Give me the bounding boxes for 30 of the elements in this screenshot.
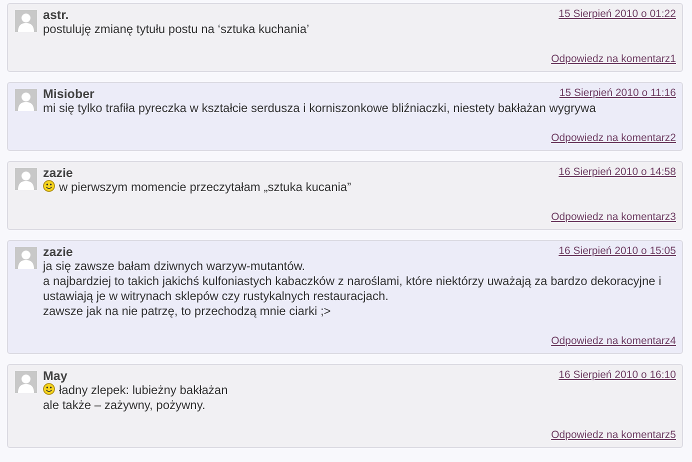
comment-text: zawsze jak na nie patrzę, to przechodzą mnie ciarki ;> <box>43 304 332 319</box>
reply-link[interactable]: Odpowiedz na komentarz3 <box>551 211 676 223</box>
comment-author: Misiober <box>43 87 94 101</box>
avatar-icon <box>15 247 37 269</box>
comment-date-link[interactable]: 15 Sierpień 2010 o 11:16 <box>559 87 676 99</box>
avatar-icon <box>15 371 37 393</box>
reply-link[interactable]: Odpowiedz na komentarz4 <box>551 335 676 347</box>
comment-author: zazie <box>43 166 73 180</box>
comment-text: mi się tylko trafiła pyreczka w kształcie serdusza i korniszonkowe bliźniaczki, niestety bakłażan wygrywa <box>43 101 597 116</box>
comment-date-link[interactable]: 16 Sierpień 2010 o 15:05 <box>558 245 676 257</box>
comment-author: zazie <box>43 245 73 259</box>
comment-date-link[interactable]: 15 Sierpień 2010 o 01:22 <box>558 8 676 20</box>
smiley-icon <box>43 180 55 192</box>
comment-text: ładny zlepek: lubieżny bakłażan <box>43 383 676 398</box>
avatar-icon <box>15 10 37 32</box>
comment-text: postuluję zmianę tytułu postu na ‘sztuka kuchania’ <box>43 22 310 37</box>
comment-date-link[interactable]: 16 Sierpień 2010 o 14:58 <box>558 166 676 178</box>
comment-author: May <box>43 369 68 383</box>
smiley-icon <box>43 383 55 395</box>
comment-author: astr. <box>43 8 69 22</box>
comment-text: ja się zawsze bałam dziwnych warzyw-mutantów. <box>43 259 306 274</box>
reply-link[interactable]: Odpowiedz na komentarz5 <box>551 429 676 441</box>
comment-text: a najbardziej to takich jakichś kulfoniastych kabaczków z naroślami, które niektórzy uważają za bardzo dekoracyjne i ustawiają je w witrynach sklepów czy rustykalnych restauracjach. <box>43 274 662 304</box>
reply-link[interactable]: Odpowiedz na komentarz2 <box>551 132 676 144</box>
reply-link[interactable]: Odpowiedz na komentarz1 <box>551 53 676 65</box>
comment-date-link[interactable]: 16 Sierpień 2010 o 16:10 <box>558 369 676 381</box>
avatar-icon <box>15 168 37 190</box>
avatar-icon <box>15 89 37 111</box>
comment-text: ale także – zażywny, pożywny. <box>43 398 206 413</box>
comment-text: w pierwszym momencie przeczytałam „sztuka kucania” <box>43 180 676 195</box>
